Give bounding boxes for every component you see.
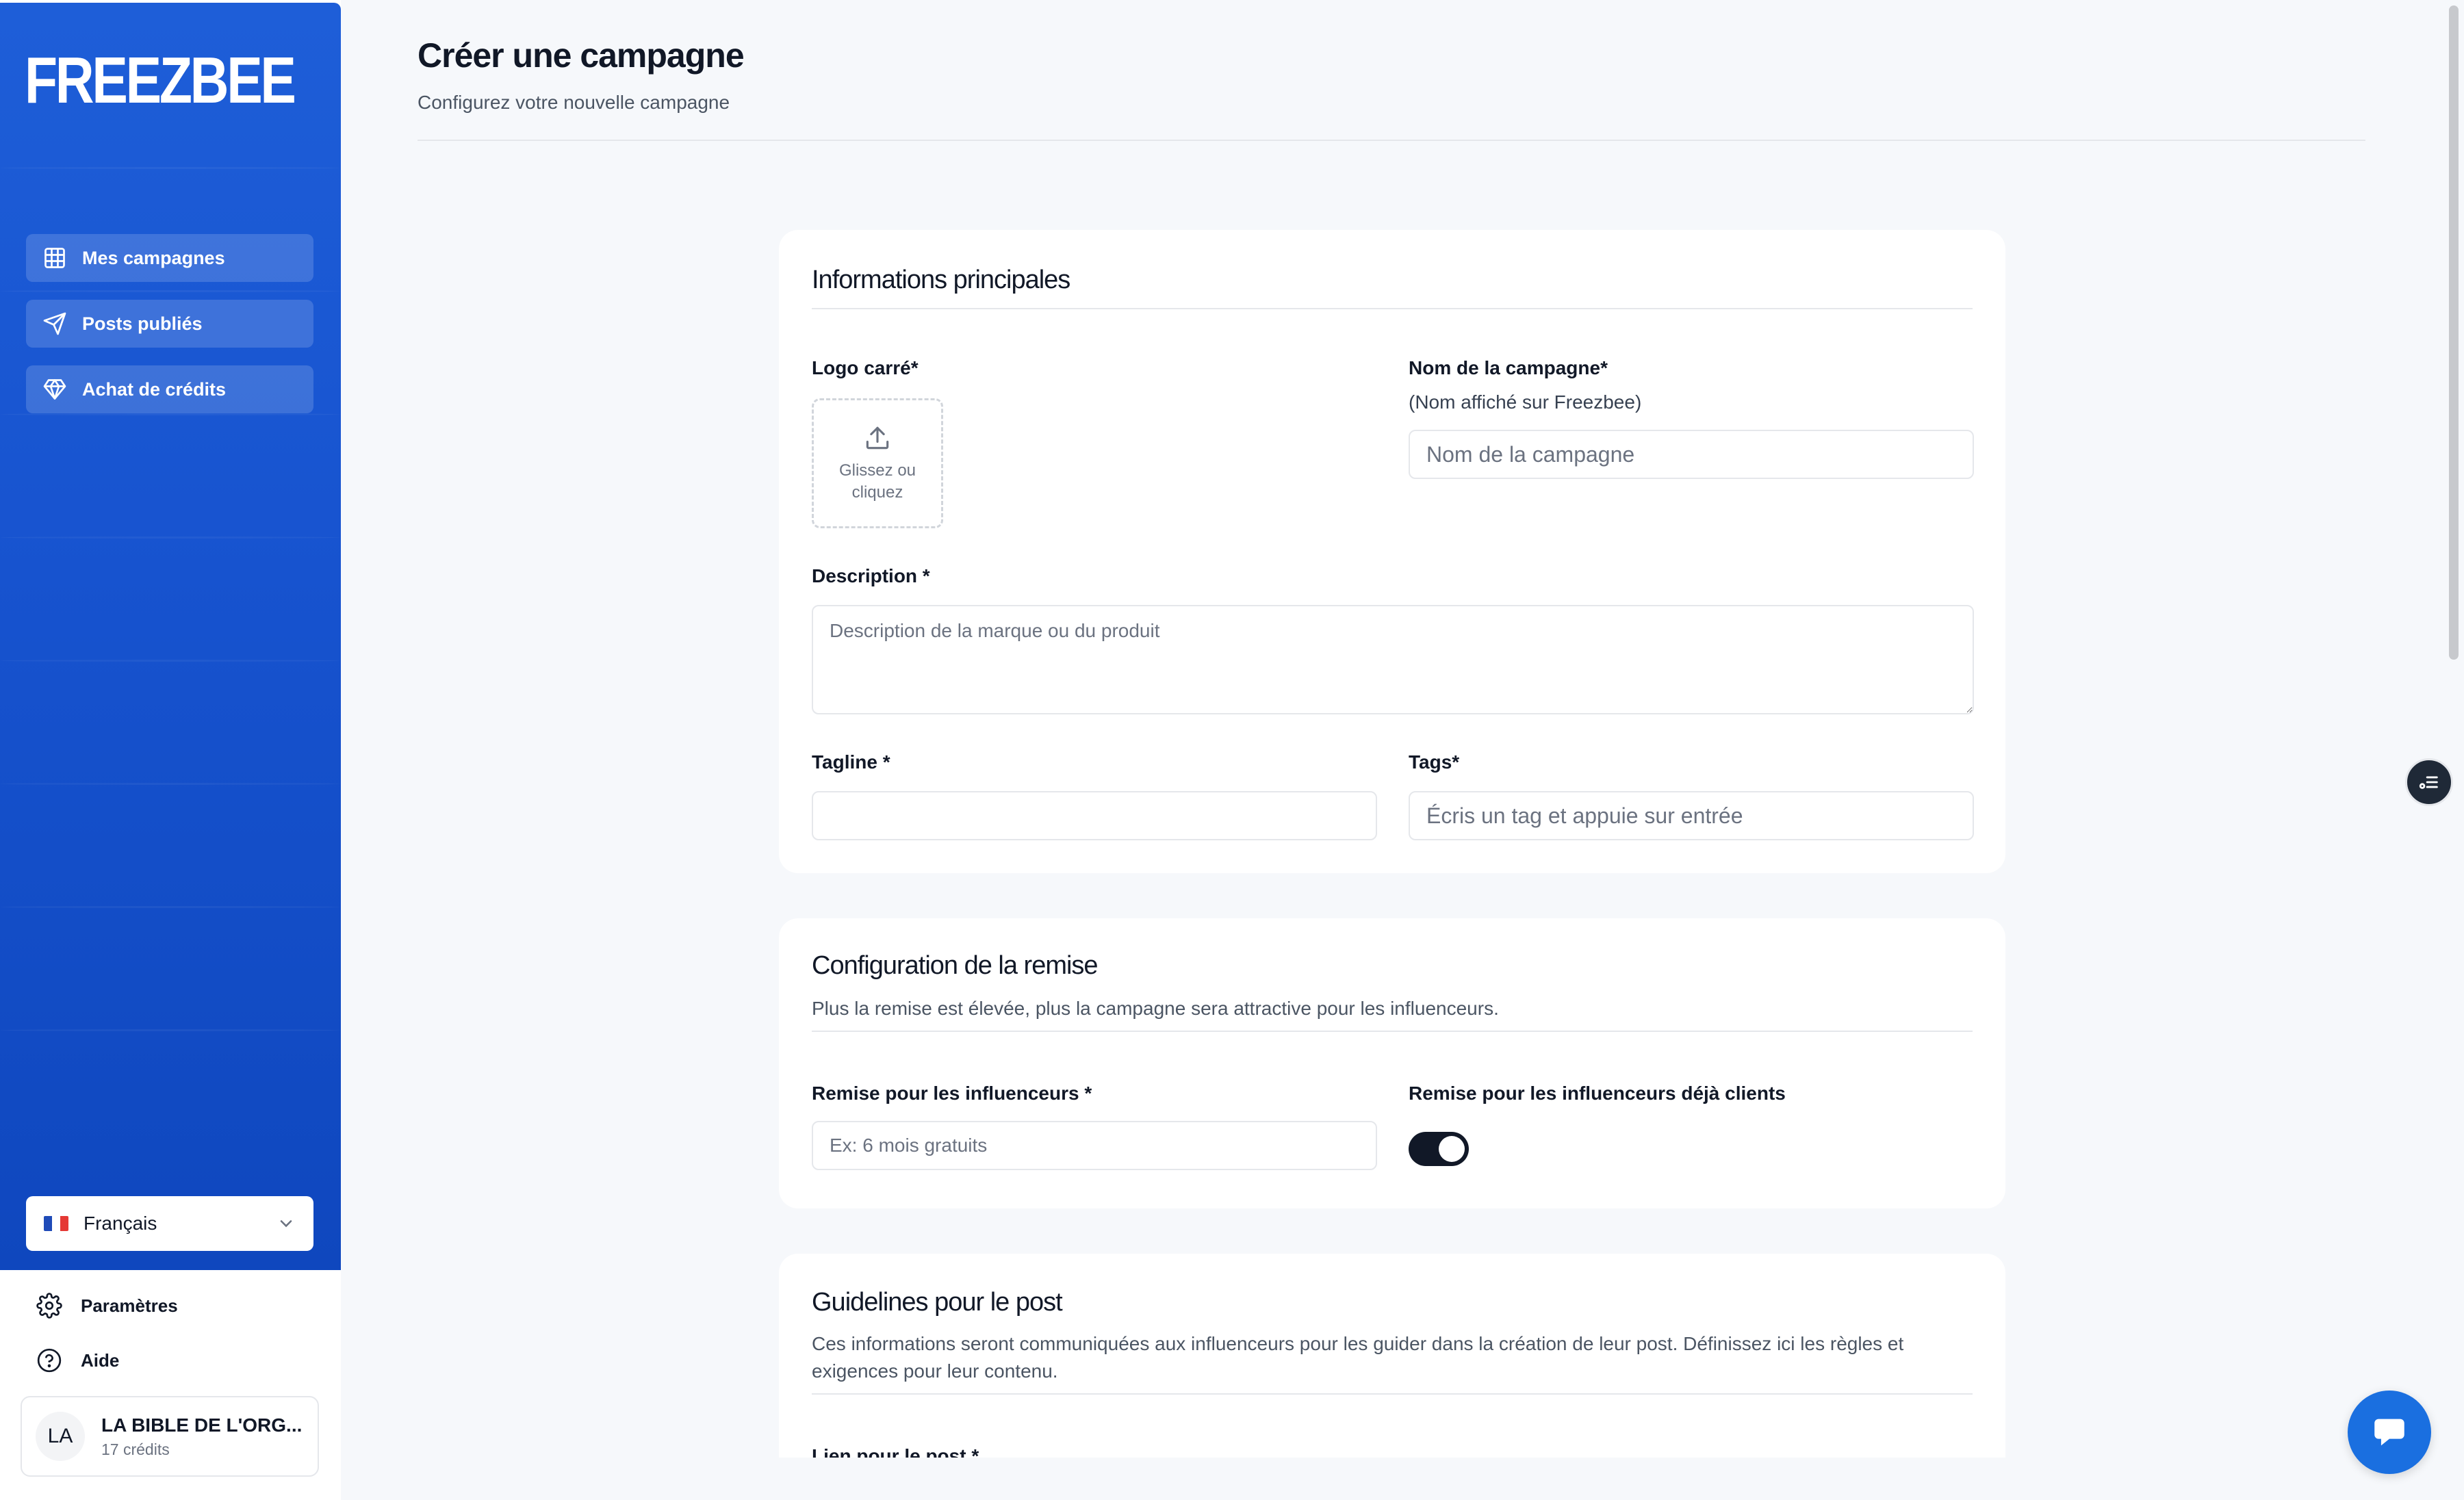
card-description: Ces informations seront communiquées aux…	[812, 1333, 1904, 1382]
card-divider	[812, 308, 1973, 309]
main-info-card: Informations principales Logo carré* Gli…	[779, 230, 2005, 873]
logo-label: Logo carré*	[812, 357, 919, 378]
upload-icon	[866, 426, 889, 450]
existing-clients-discount-label: Remise pour les influenceurs déjà client…	[1409, 1083, 1786, 1104]
campaign-name-label: Nom de la campagne*	[1409, 357, 1608, 378]
sidebar-brand-panel: FREEZBEE Mes campagnes Posts publiés Ach…	[0, 3, 341, 1270]
card-title: Guidelines pour le post	[812, 1288, 1063, 1317]
gear-icon	[36, 1292, 63, 1319]
account-credits: 17 crédits	[101, 1440, 170, 1458]
existing-clients-discount-toggle[interactable]	[1409, 1132, 1469, 1166]
chat-button[interactable]	[2348, 1391, 2431, 1474]
influencer-discount-label: Remise pour les influenceurs *	[812, 1083, 1092, 1104]
language-label: Français	[84, 1213, 157, 1234]
help-icon	[36, 1347, 63, 1374]
upload-text: Glissez ou cliquez	[838, 461, 916, 502]
card-divider	[812, 1393, 1973, 1395]
toggle-knob	[1439, 1136, 1465, 1162]
tagline-label: Tagline *	[812, 751, 890, 773]
tags-input[interactable]	[1409, 791, 1974, 840]
campaign-name-hint: (Nom affiché sur Freezbee)	[1409, 391, 1642, 413]
discount-card: Configuration de la remise Plus la remis…	[779, 918, 2005, 1208]
help-label: Aide	[81, 1349, 120, 1371]
header-divider	[418, 140, 2365, 141]
sidebar-item-label: Mes campagnes	[82, 247, 225, 268]
logo-upload-dropzone[interactable]: Glissez ou cliquez	[812, 398, 943, 528]
chat-icon	[2374, 1419, 2404, 1446]
settings-link[interactable]: Paramètres	[36, 1291, 178, 1321]
list-icon	[2419, 776, 2438, 789]
tags-label: Tags*	[1409, 751, 1460, 773]
description-label: Description *	[812, 565, 930, 586]
sidebar: FREEZBEE Mes campagnes Posts publiés Ach…	[0, 0, 341, 1500]
grid-icon	[41, 244, 68, 272]
influencer-discount-input[interactable]	[812, 1121, 1377, 1170]
french-flag-icon	[44, 1216, 68, 1231]
account-card[interactable]: LA LA BIBLE DE L'ORG... 17 crédits	[21, 1396, 319, 1477]
avatar: LA	[36, 1412, 85, 1461]
page-subtitle: Configurez votre nouvelle campagne	[418, 92, 730, 113]
freezbee-logo[interactable]: FREEZBEE	[25, 48, 296, 114]
sidebar-item-achat-de-credits[interactable]: Achat de crédits	[26, 365, 313, 413]
card-title: Informations principales	[812, 266, 1070, 294]
card-description: Plus la remise est élevée, plus la campa…	[812, 998, 1499, 1019]
language-select[interactable]: Français	[26, 1196, 313, 1251]
sidebar-item-mes-campagnes[interactable]: Mes campagnes	[26, 234, 313, 282]
help-link[interactable]: Aide	[36, 1345, 119, 1375]
viewport-bottom-edge	[341, 1458, 2445, 1500]
diamond-icon	[41, 376, 68, 403]
campaign-name-input[interactable]	[1409, 430, 1974, 479]
tagline-input[interactable]	[812, 791, 1377, 840]
card-title: Configuration de la remise	[812, 951, 1099, 980]
page-title: Créer une campagne	[418, 36, 745, 75]
table-of-contents-button[interactable]	[2405, 758, 2453, 806]
description-textarea[interactable]	[812, 605, 1974, 714]
account-name: LA BIBLE DE L'ORG...	[101, 1414, 303, 1436]
card-divider	[812, 1031, 1973, 1032]
scrollbar-thumb[interactable]	[2449, 5, 2459, 660]
settings-label: Paramètres	[81, 1295, 178, 1316]
sidebar-item-posts-publies[interactable]: Posts publiés	[26, 300, 313, 348]
chevron-down-icon	[277, 1214, 296, 1233]
sidebar-item-label: Posts publiés	[82, 313, 203, 334]
sidebar-item-label: Achat de crédits	[82, 378, 227, 400]
send-icon	[41, 310, 68, 337]
